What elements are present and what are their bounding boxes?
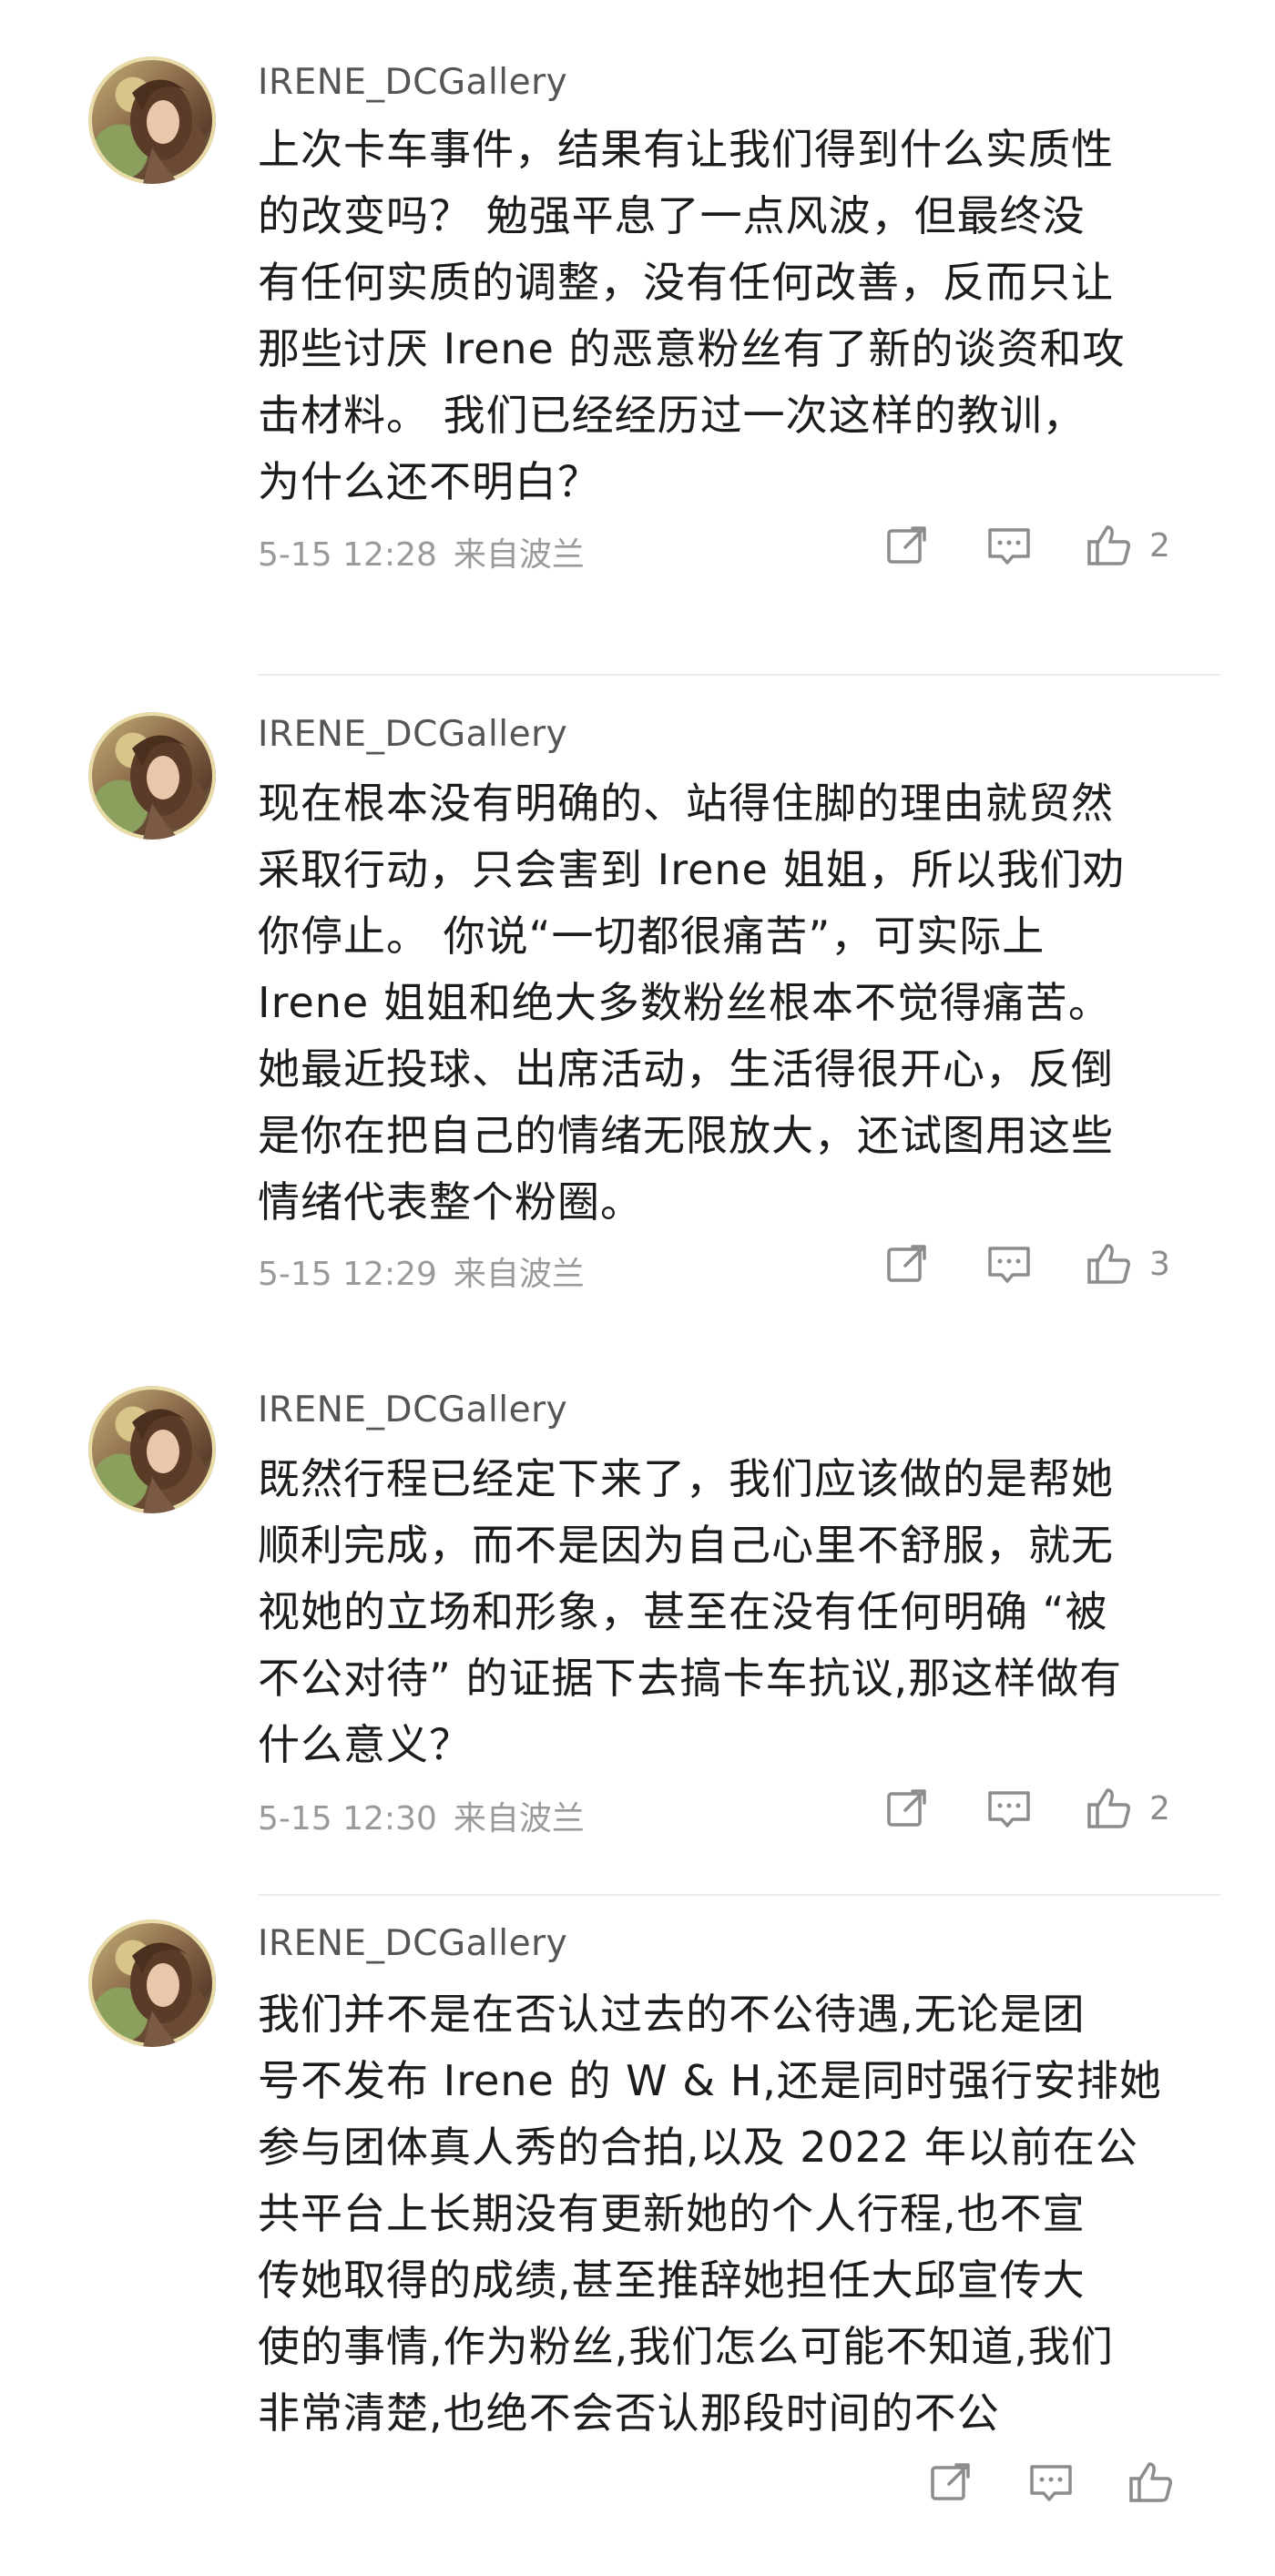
comment-meta: 5-15 12:30 来自波兰 <box>258 1792 585 1839</box>
divider <box>258 1894 1220 1896</box>
comment-icon[interactable] <box>985 522 1033 569</box>
comment-date: 5-15 12:30 <box>258 1800 437 1838</box>
like-count: 2 <box>1149 1790 1170 1828</box>
comment-meta: 5-15 12:29 来自波兰 <box>258 1247 585 1295</box>
avatar-image <box>130 1942 192 2047</box>
comment-actions: 2 <box>883 522 1184 576</box>
comment-text: 我们并不是在否认过去的不公待遇,无论是团 号不发布 Irene 的 W & H,… <box>258 1990 1162 2438</box>
comment-meta: 5-15 12:28 来自波兰 <box>258 528 585 575</box>
comment-text: 现在根本没有明确的、站得住脚的理由就贸然 采取行动，只会害到 Irene 姐姐，… <box>258 779 1126 1227</box>
avatar-image <box>130 735 192 840</box>
username[interactable]: IRENE_DCGallery <box>258 714 567 755</box>
thumbs-up-icon[interactable] <box>1086 1240 1133 1288</box>
comment-date: 5-15 12:28 <box>258 536 437 574</box>
thumbs-up-icon[interactable] <box>1127 2459 1175 2506</box>
share-icon[interactable] <box>883 1785 931 1832</box>
share-icon[interactable] <box>927 2459 974 2506</box>
comment-source: 来自波兰 <box>453 1256 585 1293</box>
comment-text: 上次卡车事件，结果有让我们得到什么实质性 的改变吗？ 勉强平息了一点风波，但最终… <box>258 125 1126 506</box>
divider <box>258 674 1220 676</box>
avatar[interactable] <box>88 1919 216 2047</box>
username[interactable]: IRENE_DCGallery <box>258 1390 567 1431</box>
comment-actions: 3 <box>883 1240 1184 1295</box>
comment-source: 来自波兰 <box>453 536 585 574</box>
avatar-image <box>130 1409 192 1513</box>
like-count: 3 <box>1149 1246 1170 1283</box>
share-icon[interactable] <box>883 1240 931 1288</box>
comment-actions: 2 <box>883 1785 1184 1839</box>
like-count: 2 <box>1149 527 1170 565</box>
comment-source: 来自波兰 <box>453 1800 585 1838</box>
comment-date: 5-15 12:29 <box>258 1256 437 1293</box>
comment-icon[interactable] <box>985 1240 1033 1288</box>
comment-icon[interactable] <box>985 1785 1033 1832</box>
thumbs-up-icon[interactable] <box>1086 1785 1133 1832</box>
comment-actions <box>927 2459 1200 2513</box>
avatar[interactable] <box>88 712 216 840</box>
username[interactable]: IRENE_DCGallery <box>258 1923 567 1964</box>
share-icon[interactable] <box>883 522 931 569</box>
avatar[interactable] <box>88 56 216 184</box>
avatar[interactable] <box>88 1386 216 1513</box>
comment-icon[interactable] <box>1027 2459 1075 2506</box>
comment-text: 既然行程已经定下来了，我们应该做的是帮她 顺利完成，而不是因为自己心里不舒服，就… <box>258 1454 1123 1769</box>
avatar-image <box>130 79 192 184</box>
username[interactable]: IRENE_DCGallery <box>258 62 567 103</box>
thumbs-up-icon[interactable] <box>1086 522 1133 569</box>
